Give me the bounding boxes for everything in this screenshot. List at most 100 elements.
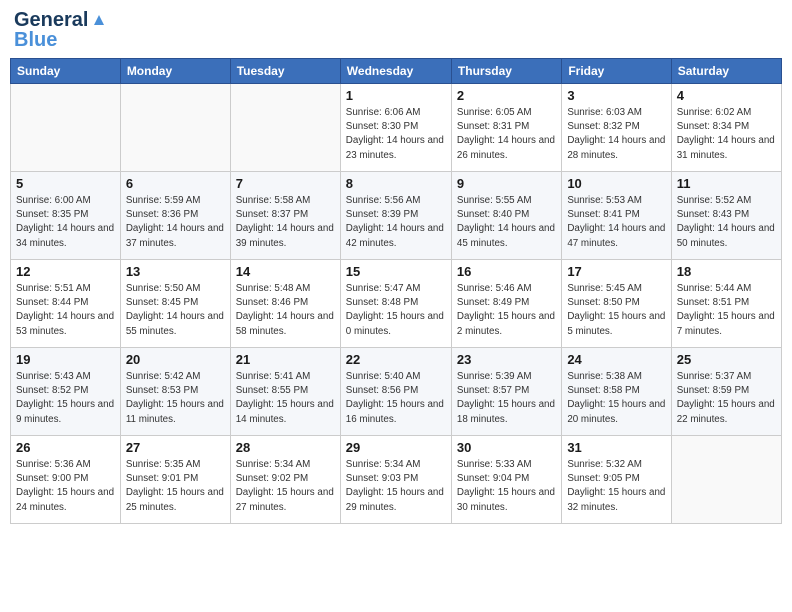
weekday-header-monday: Monday — [120, 59, 230, 84]
day-number: 9 — [457, 176, 556, 191]
day-info: Sunrise: 5:47 AMSunset: 8:48 PMDaylight:… — [346, 282, 446, 339]
day-info: Sunrise: 5:36 AMSunset: 9:00 PMDaylight:… — [16, 458, 115, 515]
calendar-week-row: 12 Sunrise: 5:51 AMSunset: 8:44 PMDayligh… — [11, 260, 782, 348]
calendar-day-cell: 29 Sunrise: 5:34 AMSunset: 9:03 PMDayligh… — [340, 436, 451, 524]
day-number: 5 — [16, 176, 115, 191]
calendar-day-cell: 22 Sunrise: 5:40 AMSunset: 8:56 PMDayligh… — [340, 348, 451, 436]
day-info: Sunrise: 5:51 AMSunset: 8:44 PMDaylight:… — [16, 282, 115, 339]
calendar-day-cell: 7 Sunrise: 5:58 AMSunset: 8:37 PMDaylight… — [230, 172, 340, 260]
calendar-day-cell: 6 Sunrise: 5:59 AMSunset: 8:36 PMDaylight… — [120, 172, 230, 260]
calendar-week-row: 5 Sunrise: 6:00 AMSunset: 8:35 PMDaylight… — [11, 172, 782, 260]
calendar-day-cell: 1Sunrise: 6:06 AMSunset: 8:30 PMDaylight… — [340, 84, 451, 172]
calendar-day-cell: 2Sunrise: 6:05 AMSunset: 8:31 PMDaylight… — [451, 84, 561, 172]
calendar-day-cell: 14 Sunrise: 5:48 AMSunset: 8:46 PMDayligh… — [230, 260, 340, 348]
day-number: 23 — [457, 352, 556, 367]
calendar-day-cell: 10 Sunrise: 5:53 AMSunset: 8:41 PMDayligh… — [562, 172, 671, 260]
day-info: Sunrise: 5:46 AMSunset: 8:49 PMDaylight:… — [457, 282, 556, 339]
calendar-day-cell: 12 Sunrise: 5:51 AMSunset: 8:44 PMDayligh… — [11, 260, 121, 348]
day-info: Sunrise: 5:50 AMSunset: 8:45 PMDaylight:… — [126, 282, 225, 339]
day-info: Sunrise: 5:32 AMSunset: 9:05 PMDaylight:… — [567, 458, 665, 515]
calendar-day-cell: 30 Sunrise: 5:33 AMSunset: 9:04 PMDayligh… — [451, 436, 561, 524]
day-info: Sunrise: 5:43 AMSunset: 8:52 PMDaylight:… — [16, 370, 115, 427]
day-number: 3 — [567, 88, 665, 103]
calendar-day-cell: 19 Sunrise: 5:43 AMSunset: 8:52 PMDayligh… — [11, 348, 121, 436]
day-number: 15 — [346, 264, 446, 279]
calendar-day-cell: 13Sunrise: 5:50 AMSunset: 8:45 PMDayligh… — [120, 260, 230, 348]
day-number: 27 — [126, 440, 225, 455]
calendar-day-cell — [230, 84, 340, 172]
page-header: General Blue — [10, 10, 782, 50]
day-number: 10 — [567, 176, 665, 191]
day-number: 21 — [236, 352, 335, 367]
calendar-week-row: 26 Sunrise: 5:36 AMSunset: 9:00 PMDayligh… — [11, 436, 782, 524]
day-info: Sunrise: 5:45 AMSunset: 8:50 PMDaylight:… — [567, 282, 665, 339]
calendar-day-cell — [11, 84, 121, 172]
day-number: 17 — [567, 264, 665, 279]
logo: General Blue — [14, 10, 108, 50]
day-info: Sunrise: 5:40 AMSunset: 8:56 PMDaylight:… — [346, 370, 446, 427]
weekday-header-thursday: Thursday — [451, 59, 561, 84]
day-info: Sunrise: 6:02 AMSunset: 8:34 PMDaylight:… — [677, 106, 776, 163]
logo-text-blue: Blue — [14, 30, 57, 50]
calendar-day-cell: 31 Sunrise: 5:32 AMSunset: 9:05 PMDayligh… — [562, 436, 671, 524]
day-number: 14 — [236, 264, 335, 279]
calendar-day-cell: 25 Sunrise: 5:37 AMSunset: 8:59 PMDayligh… — [671, 348, 781, 436]
day-number: 26 — [16, 440, 115, 455]
day-info: Sunrise: 6:00 AMSunset: 8:35 PMDaylight:… — [16, 194, 115, 251]
calendar-table: SundayMondayTuesdayWednesdayThursdayFrid… — [10, 58, 782, 524]
day-info: Sunrise: 5:52 AMSunset: 8:43 PMDaylight:… — [677, 194, 776, 251]
weekday-header-friday: Friday — [562, 59, 671, 84]
calendar-day-cell: 24Sunrise: 5:38 AMSunset: 8:58 PMDayligh… — [562, 348, 671, 436]
day-number: 31 — [567, 440, 665, 455]
day-info: Sunrise: 5:37 AMSunset: 8:59 PMDaylight:… — [677, 370, 776, 427]
day-number: 12 — [16, 264, 115, 279]
day-number: 8 — [346, 176, 446, 191]
weekday-header-saturday: Saturday — [671, 59, 781, 84]
day-info: Sunrise: 5:53 AMSunset: 8:41 PMDaylight:… — [567, 194, 665, 251]
day-info: Sunrise: 5:41 AMSunset: 8:55 PMDaylight:… — [236, 370, 335, 427]
calendar-day-cell: 23 Sunrise: 5:39 AMSunset: 8:57 PMDayligh… — [451, 348, 561, 436]
calendar-day-cell: 15 Sunrise: 5:47 AMSunset: 8:48 PMDayligh… — [340, 260, 451, 348]
calendar-week-row: 19 Sunrise: 5:43 AMSunset: 8:52 PMDayligh… — [11, 348, 782, 436]
calendar-day-cell — [120, 84, 230, 172]
calendar-day-cell: 4 Sunrise: 6:02 AMSunset: 8:34 PMDaylight… — [671, 84, 781, 172]
day-info: Sunrise: 5:48 AMSunset: 8:46 PMDaylight:… — [236, 282, 335, 339]
logo-text-general: General — [14, 10, 88, 30]
day-number: 24 — [567, 352, 665, 367]
calendar-day-cell: 3 Sunrise: 6:03 AMSunset: 8:32 PMDaylight… — [562, 84, 671, 172]
day-number: 4 — [677, 88, 776, 103]
day-info: Sunrise: 5:35 AMSunset: 9:01 PMDaylight:… — [126, 458, 225, 515]
day-info: Sunrise: 5:34 AMSunset: 9:03 PMDaylight:… — [346, 458, 446, 515]
day-info: Sunrise: 5:33 AMSunset: 9:04 PMDaylight:… — [457, 458, 556, 515]
day-number: 18 — [677, 264, 776, 279]
day-info: Sunrise: 6:03 AMSunset: 8:32 PMDaylight:… — [567, 106, 665, 163]
day-info: Sunrise: 5:39 AMSunset: 8:57 PMDaylight:… — [457, 370, 556, 427]
day-number: 22 — [346, 352, 446, 367]
day-number: 16 — [457, 264, 556, 279]
day-info: Sunrise: 5:56 AMSunset: 8:39 PMDaylight:… — [346, 194, 446, 251]
calendar-week-row: 1Sunrise: 6:06 AMSunset: 8:30 PMDaylight… — [11, 84, 782, 172]
calendar-day-cell: 5 Sunrise: 6:00 AMSunset: 8:35 PMDaylight… — [11, 172, 121, 260]
calendar-day-cell: 21 Sunrise: 5:41 AMSunset: 8:55 PMDayligh… — [230, 348, 340, 436]
weekday-header-sunday: Sunday — [11, 59, 121, 84]
calendar-day-cell: 8 Sunrise: 5:56 AMSunset: 8:39 PMDaylight… — [340, 172, 451, 260]
day-info: Sunrise: 5:55 AMSunset: 8:40 PMDaylight:… — [457, 194, 556, 251]
calendar-day-cell: 9 Sunrise: 5:55 AMSunset: 8:40 PMDaylight… — [451, 172, 561, 260]
day-number: 29 — [346, 440, 446, 455]
day-info: Sunrise: 5:59 AMSunset: 8:36 PMDaylight:… — [126, 194, 225, 251]
weekday-header-row: SundayMondayTuesdayWednesdayThursdayFrid… — [11, 59, 782, 84]
calendar-day-cell: 27 Sunrise: 5:35 AMSunset: 9:01 PMDayligh… — [120, 436, 230, 524]
day-number: 28 — [236, 440, 335, 455]
calendar-day-cell: 17 Sunrise: 5:45 AMSunset: 8:50 PMDayligh… — [562, 260, 671, 348]
day-number: 19 — [16, 352, 115, 367]
day-number: 30 — [457, 440, 556, 455]
day-number: 25 — [677, 352, 776, 367]
day-number: 6 — [126, 176, 225, 191]
day-info: Sunrise: 5:44 AMSunset: 8:51 PMDaylight:… — [677, 282, 776, 339]
day-number: 20 — [126, 352, 225, 367]
calendar-day-cell: 26 Sunrise: 5:36 AMSunset: 9:00 PMDayligh… — [11, 436, 121, 524]
day-info: Sunrise: 5:58 AMSunset: 8:37 PMDaylight:… — [236, 194, 335, 251]
logo-icon — [90, 11, 108, 29]
day-number: 7 — [236, 176, 335, 191]
day-number: 2 — [457, 88, 556, 103]
